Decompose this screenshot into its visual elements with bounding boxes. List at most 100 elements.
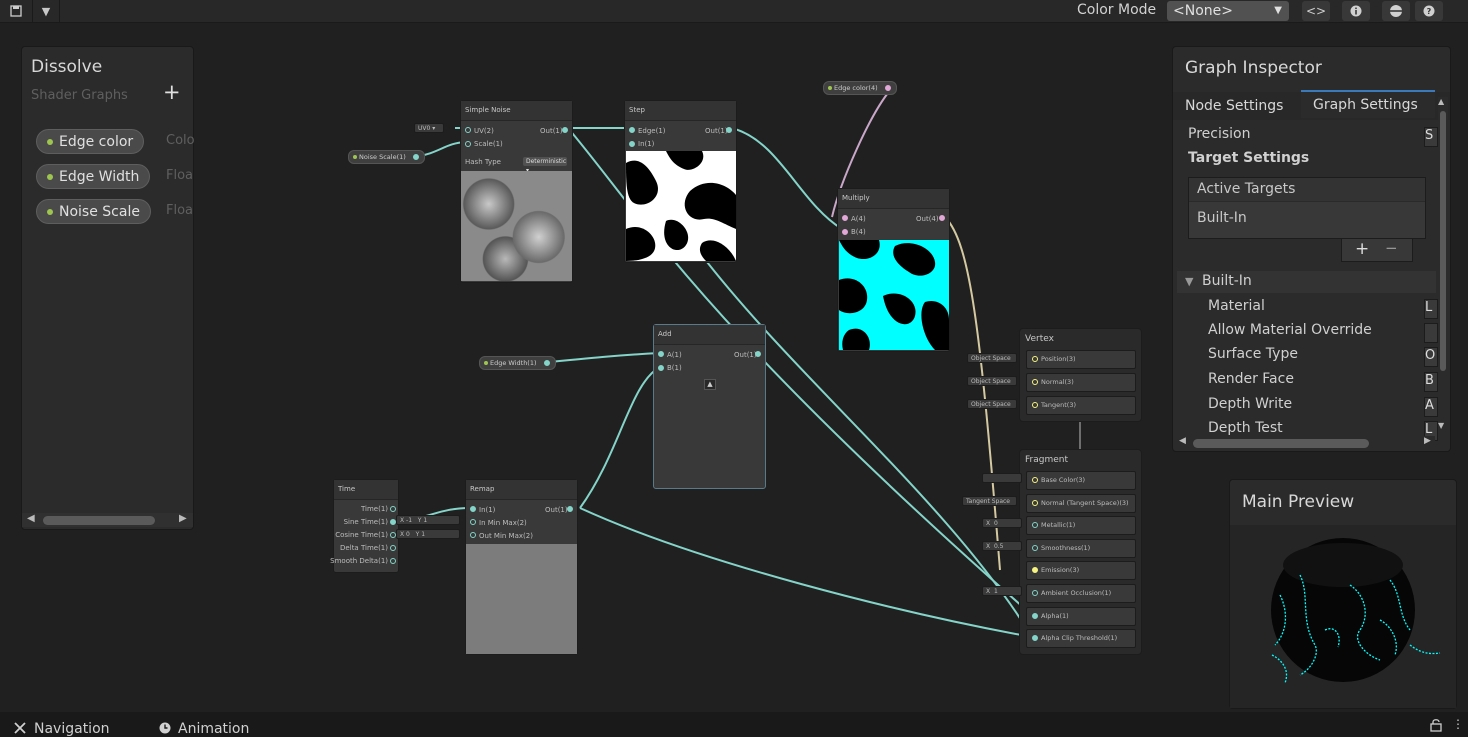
- inspector-vertical-scrollbar[interactable]: ▲ ▼: [1438, 97, 1448, 435]
- setting-value[interactable]: O: [1424, 347, 1438, 367]
- input-port[interactable]: [470, 532, 476, 538]
- vertex-block-normal[interactable]: Normal(3): [1026, 373, 1136, 392]
- output-port[interactable]: [390, 545, 396, 551]
- scroll-up-icon[interactable]: ▲: [1438, 97, 1444, 106]
- output-port[interactable]: [543, 360, 550, 366]
- collapse-preview-icon[interactable]: ▲: [704, 379, 716, 390]
- scroll-right-icon[interactable]: ▶: [179, 513, 187, 524]
- fragment-block-normal[interactable]: Normal (Tangent Space)(3): [1026, 494, 1136, 513]
- input-port[interactable]: [658, 351, 664, 357]
- input-port[interactable]: [658, 365, 664, 371]
- smoothness-input[interactable]: X 0.5: [982, 541, 1022, 551]
- input-port[interactable]: [1032, 590, 1038, 596]
- normal-tangent-space-input[interactable]: Tangent Space: [962, 496, 1017, 506]
- normal-space-input[interactable]: Object Space: [967, 376, 1017, 386]
- animation-label[interactable]: Animation: [178, 721, 249, 737]
- setting-value[interactable]: L: [1424, 299, 1438, 319]
- lock-icon[interactable]: [1430, 718, 1442, 736]
- in-min-max-input[interactable]: X -1 Y 1: [396, 515, 460, 525]
- simple-noise-node[interactable]: Simple Noise UV(2) Scale(1) Out(1) Hash …: [460, 100, 573, 283]
- blackboard-horizontal-scrollbar[interactable]: ◀ ▶: [22, 513, 193, 527]
- built-in-section-header[interactable]: ▼ Built-In: [1177, 271, 1436, 293]
- input-port[interactable]: [1032, 500, 1038, 506]
- scroll-left-icon[interactable]: ◀: [27, 513, 35, 524]
- output-port[interactable]: [390, 558, 396, 564]
- color-mode-select[interactable]: <None> ▼: [1167, 1, 1289, 21]
- fragment-block-metallic[interactable]: Metallic(1): [1026, 516, 1136, 535]
- input-port[interactable]: [1032, 635, 1038, 641]
- input-port[interactable]: [465, 141, 471, 147]
- tab-node-settings[interactable]: Node Settings: [1185, 92, 1283, 120]
- navigation-icon[interactable]: [14, 721, 26, 737]
- multiply-node[interactable]: Multiply A(4) B(4) Out(4): [837, 188, 950, 352]
- scrollbar-thumb[interactable]: [1193, 439, 1369, 448]
- fragment-block-emission[interactable]: Emission(3): [1026, 561, 1136, 580]
- output-port[interactable]: [412, 154, 419, 160]
- input-port[interactable]: [629, 141, 635, 147]
- scroll-right-icon[interactable]: ▶: [1424, 436, 1431, 446]
- add-node[interactable]: Add A(1) B(1) Out(1) ▲: [653, 324, 766, 489]
- output-port[interactable]: [390, 506, 396, 512]
- main-preview-viewport[interactable]: [1230, 525, 1456, 708]
- fragment-block-base-color[interactable]: Base Color(3): [1026, 471, 1136, 490]
- input-port[interactable]: [1032, 522, 1038, 528]
- input-port[interactable]: [1032, 477, 1038, 483]
- scrollbar-thumb[interactable]: [43, 516, 155, 525]
- graph-canvas[interactable]: Dissolve Shader Graphs + Edge color Colo…: [0, 23, 1468, 712]
- tangent-space-input[interactable]: Object Space: [967, 399, 1017, 409]
- info-icon[interactable]: [1342, 1, 1370, 21]
- input-port[interactable]: [629, 127, 635, 133]
- expand-arrow-icon[interactable]: ▼: [1185, 275, 1193, 288]
- help-icon[interactable]: ?: [1415, 1, 1443, 21]
- save-icon[interactable]: [0, 0, 32, 22]
- more-options-icon[interactable]: ⋮: [1452, 717, 1464, 731]
- time-node[interactable]: Time Time(1) Sine Time(1) Cosine Time(1)…: [330, 479, 399, 573]
- edge-width-property-node[interactable]: Edge Width(1): [479, 356, 556, 370]
- scrollbar-thumb[interactable]: [1440, 111, 1446, 371]
- input-port[interactable]: [1032, 379, 1038, 385]
- remap-node[interactable]: Remap In(1) In Min Max(2) Out Min Max(2)…: [465, 479, 578, 655]
- input-port[interactable]: [1032, 567, 1038, 573]
- output-port[interactable]: [755, 351, 761, 357]
- input-port[interactable]: [470, 506, 476, 512]
- base-color-input[interactable]: [982, 473, 1022, 483]
- scroll-left-icon[interactable]: ◀: [1179, 436, 1186, 446]
- setting-value[interactable]: B: [1424, 372, 1438, 392]
- output-port[interactable]: [726, 127, 732, 133]
- vertex-block-tangent[interactable]: Tangent(3): [1026, 396, 1136, 415]
- input-port[interactable]: [842, 215, 848, 221]
- edge-color-property-node[interactable]: Edge color(4): [823, 81, 897, 95]
- input-port[interactable]: [1032, 545, 1038, 551]
- precision-dropdown[interactable]: S: [1424, 127, 1438, 147]
- input-port[interactable]: [1032, 402, 1038, 408]
- target-item-built-in[interactable]: Built-In: [1197, 210, 1247, 226]
- remove-target-button[interactable]: −: [1385, 239, 1398, 257]
- hash-type-dropdown[interactable]: Deterministic ▾: [523, 157, 567, 174]
- inspector-horizontal-scrollbar[interactable]: ◀ ▶: [1177, 436, 1435, 450]
- input-port[interactable]: [842, 229, 848, 235]
- output-port[interactable]: [939, 215, 945, 221]
- add-target-button[interactable]: +: [1355, 239, 1369, 259]
- input-port[interactable]: [1032, 613, 1038, 619]
- fragment-block-smoothness[interactable]: Smoothness(1): [1026, 539, 1136, 558]
- clock-icon[interactable]: [159, 721, 171, 737]
- sphere-preview-icon[interactable]: [1382, 1, 1410, 21]
- noise-scale-property-node[interactable]: Noise Scale(1): [348, 150, 425, 164]
- blackboard-property-edge-color[interactable]: Edge color: [36, 129, 145, 154]
- fragment-block-alpha-clip[interactable]: Alpha Clip Threshold(1): [1026, 629, 1136, 648]
- metallic-input[interactable]: X 0: [982, 518, 1022, 528]
- tab-graph-settings[interactable]: Graph Settings: [1301, 90, 1435, 118]
- blackboard-property-edge-width[interactable]: Edge Width: [36, 164, 151, 189]
- ambient-occlusion-input[interactable]: X 1: [982, 586, 1022, 596]
- position-space-input[interactable]: Object Space: [967, 353, 1017, 363]
- uv-input-dropdown[interactable]: UV0 ▾: [414, 123, 444, 133]
- step-node[interactable]: Step Edge(1) In(1) Out(1): [624, 100, 737, 263]
- input-port[interactable]: [465, 127, 471, 133]
- output-port[interactable]: [567, 506, 573, 512]
- save-options-chevron-down-icon[interactable]: ▼: [33, 0, 59, 22]
- input-port[interactable]: [470, 519, 476, 525]
- setting-value[interactable]: A: [1424, 397, 1438, 417]
- out-min-max-input[interactable]: X 0 Y 1: [396, 529, 460, 539]
- add-property-button[interactable]: +: [163, 80, 181, 104]
- output-port[interactable]: [562, 127, 568, 133]
